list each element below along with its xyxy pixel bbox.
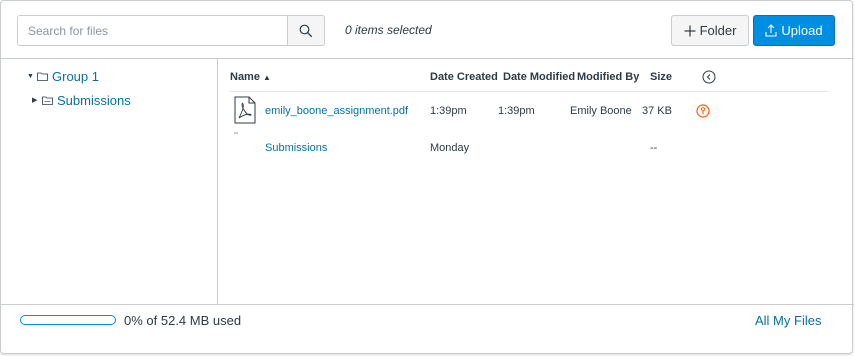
sort-ascending-icon: ▲: [263, 73, 271, 82]
selection-count: 0 items selected: [345, 23, 432, 37]
cell-modified-by: Emily Boone: [570, 105, 632, 117]
cell-date-created: Monday: [430, 142, 470, 154]
upload-icon: [765, 24, 777, 37]
footer-divider: [1, 304, 854, 305]
column-menu-button[interactable]: [702, 70, 716, 87]
toolbar-divider: [1, 58, 854, 59]
header-separator: [230, 91, 828, 92]
restricted-access-button[interactable]: [696, 104, 710, 121]
search-box: [17, 15, 325, 46]
search-input[interactable]: [18, 16, 287, 45]
column-header-size[interactable]: Size: [650, 71, 672, 83]
folder-icon: [234, 132, 238, 134]
file-name-link[interactable]: emily_boone_assignment.pdf: [265, 105, 408, 117]
quota-text: 0% of 52.4 MB used: [124, 313, 242, 328]
column-header-modified[interactable]: Date Modified: [503, 71, 575, 83]
search-icon: [299, 24, 313, 37]
table-row[interactable]: emily_boone_assignment.pdf 1:39pm 1:39pm…: [1, 96, 854, 126]
column-header-modified-by[interactable]: Modified By: [577, 71, 639, 83]
column-header-created[interactable]: Date Created: [430, 71, 498, 83]
quota-progress-bar: [20, 315, 116, 325]
cell-size: 37 KB: [642, 105, 672, 117]
restricted-access-icon: [696, 104, 710, 118]
column-header-name-label: Name: [230, 71, 260, 83]
table-row[interactable]: Submissions Monday --: [1, 132, 854, 165]
search-button[interactable]: [287, 16, 324, 45]
plus-icon: [684, 25, 696, 36]
table-header: Name ▲ Date Created Date Modified Modifi…: [1, 70, 854, 87]
cell-date-modified: 1:39pm: [498, 105, 535, 117]
cell-date-created: 1:39pm: [430, 105, 467, 117]
upload-label: Upload: [781, 23, 823, 38]
cell-size: --: [650, 142, 658, 154]
add-folder-label: Folder: [699, 23, 737, 38]
files-panel: 0 items selected Folder Upload ▼ Group 1…: [0, 0, 854, 354]
add-folder-button[interactable]: Folder: [671, 15, 749, 46]
all-my-files-link[interactable]: All My Files: [755, 313, 821, 328]
upload-button[interactable]: Upload: [753, 15, 835, 46]
pdf-file-icon: [234, 96, 256, 124]
folder-name-link[interactable]: Submissions: [265, 142, 327, 154]
column-menu-icon: [702, 70, 716, 84]
column-header-name[interactable]: Name ▲: [230, 71, 271, 83]
